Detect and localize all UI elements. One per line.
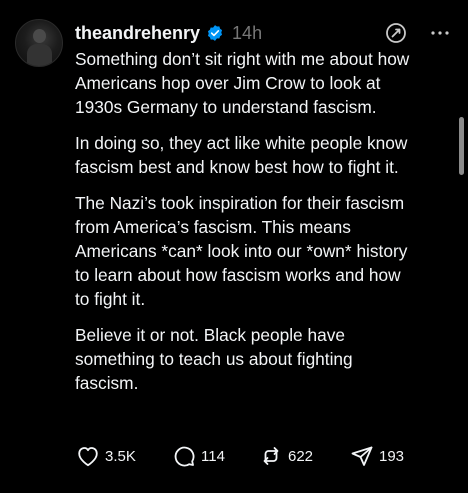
post-paragraph: Believe it or not. Black people have som… (75, 325, 353, 393)
post-paragraph: In doing so, they act like white people … (75, 133, 408, 177)
comment-icon (172, 444, 196, 468)
post-paragraph: The Nazi’s took inspiration for their fa… (75, 193, 408, 309)
post-header: theandrehenry 14h (75, 20, 262, 46)
share-count: 193 (379, 447, 405, 465)
share-button[interactable]: 193 (350, 444, 430, 468)
avatar-head-shape (33, 29, 46, 43)
post-paragraph: Something don’t sit right with me about … (75, 49, 410, 117)
repost-button[interactable]: 622 (259, 444, 350, 468)
timestamp[interactable]: 14h (232, 23, 262, 44)
reply-button[interactable]: 114 (172, 444, 259, 468)
translate-icon[interactable] (384, 21, 408, 45)
post-card: theandrehenry 14h Something don’t sit ri… (0, 0, 468, 493)
post-body: Something don’t sit right with me about … (75, 47, 455, 407)
repost-icon (259, 444, 283, 468)
username[interactable]: theandrehenry (75, 23, 200, 44)
avatar[interactable] (15, 19, 63, 67)
share-icon (350, 444, 374, 468)
heart-icon (76, 445, 100, 467)
verified-badge-icon (206, 24, 224, 42)
like-button[interactable]: 3.5K (76, 445, 172, 467)
reply-count: 114 (201, 447, 225, 465)
avatar-body-shape (27, 44, 52, 66)
like-count: 3.5K (105, 447, 136, 465)
more-horizontal-icon[interactable] (427, 21, 453, 45)
repost-count: 622 (288, 447, 314, 465)
scrollbar[interactable] (459, 117, 464, 175)
action-bar: 3.5K 114 622 193 (76, 443, 430, 469)
